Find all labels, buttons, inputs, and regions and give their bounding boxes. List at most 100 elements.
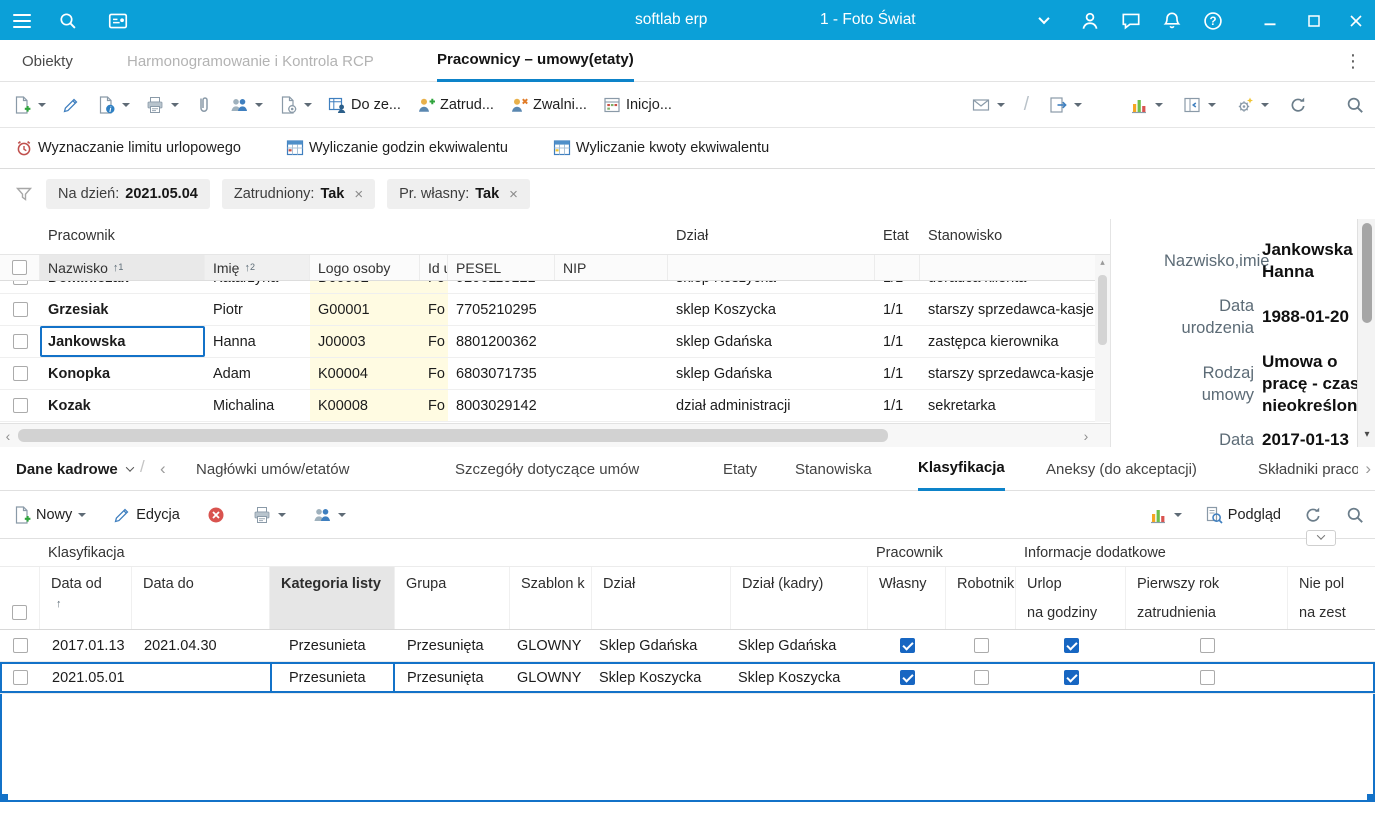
close-icon[interactable] [354, 186, 363, 203]
scroll-down-icon[interactable] [1358, 429, 1375, 445]
minimize-button[interactable] [1258, 9, 1282, 33]
pierwszy-rok-checkbox[interactable] [1200, 638, 1215, 653]
persons-button[interactable] [310, 502, 348, 528]
attachments-button[interactable] [192, 92, 216, 118]
scroll-right-icon[interactable] [1078, 424, 1094, 448]
urlop-na-godziny-checkbox[interactable] [1064, 638, 1079, 653]
row-checkbox[interactable] [13, 281, 28, 285]
scroll-left-icon[interactable] [0, 424, 16, 448]
persons-button[interactable] [227, 92, 265, 118]
table-row[interactable]: Grzesiak Piotr G00001 Fo 7705210295 skle… [0, 294, 1095, 326]
new-button[interactable]: Nowy [10, 502, 88, 528]
user-icon[interactable] [1078, 9, 1102, 33]
document-settings-button[interactable] [276, 92, 314, 118]
column-header-logo-osoby[interactable]: Logo osoby [310, 255, 420, 280]
filter-chip-zatrudniony[interactable]: Zatrudniony:Tak [222, 179, 375, 209]
tab-harmonogramowanie[interactable]: Harmonogramowanie i Kontrola RCP [127, 40, 374, 82]
row-checkbox[interactable] [13, 302, 28, 317]
kwota-ekwiwalentu-button[interactable]: Wyliczanie kwoty ekwiwalentu [550, 135, 771, 161]
table-row[interactable]: 2017.01.13 2021.04.30 Przesunieta Przesu… [0, 630, 1375, 662]
tab-etaty[interactable]: Etaty [723, 447, 757, 491]
column-header-urlop-na-godziny[interactable]: Urlopna godziny [1016, 567, 1126, 629]
refresh-button[interactable] [1286, 92, 1310, 118]
inicjowanie-button[interactable]: Inicjo... [600, 92, 674, 118]
tab-klasyfikacja[interactable]: Klasyfikacja [918, 447, 1005, 491]
column-header-id[interactable]: Id u [420, 255, 448, 280]
wlasny-checkbox[interactable] [900, 638, 915, 653]
row-checkbox[interactable] [13, 398, 28, 413]
scrollbar-thumb[interactable] [1098, 275, 1107, 345]
column-header-szablon[interactable]: Szablon k [510, 567, 592, 629]
bell-icon[interactable] [1160, 9, 1184, 33]
column-header-nip[interactable]: NIP [555, 255, 668, 280]
close-button[interactable] [1344, 9, 1368, 33]
help-icon[interactable] [1201, 9, 1225, 33]
edit-button[interactable] [59, 92, 83, 118]
edit-button[interactable]: Edycja [110, 502, 182, 528]
tab-skladniki[interactable]: Składniki praco [1258, 447, 1358, 491]
tab-aneksy[interactable]: Aneksy (do akceptacji) [1046, 447, 1197, 491]
export-button[interactable] [1046, 92, 1084, 118]
chat-icon[interactable] [1119, 9, 1143, 33]
column-header-data-do[interactable]: Data do [132, 567, 270, 629]
robotnik-checkbox[interactable] [974, 670, 989, 685]
print-button[interactable] [250, 502, 288, 528]
chart-button[interactable] [1146, 502, 1184, 528]
column-header-pesel[interactable]: PESEL [448, 255, 555, 280]
preview-button[interactable]: Podgląd [1202, 502, 1283, 528]
table-row[interactable]: Dominiczak Katarzyna D00002 Fo 920611012… [0, 281, 1095, 294]
panel-expander-button[interactable] [1306, 530, 1336, 546]
layout-button[interactable] [1180, 92, 1218, 118]
select-all-checkbox[interactable] [12, 605, 27, 620]
refresh-button[interactable] [1301, 502, 1325, 528]
godziny-ekwiwalentu-button[interactable]: Wyliczanie godzin ekwiwalentu [283, 135, 510, 161]
maximize-button[interactable] [1302, 9, 1326, 33]
column-header-imie[interactable]: Imię2 [205, 255, 310, 280]
column-header-data-od[interactable]: Data od [40, 567, 132, 629]
horizontal-scrollbar[interactable] [0, 423, 1110, 447]
delete-button[interactable] [204, 502, 228, 528]
row-checkbox[interactable] [13, 366, 28, 381]
scroll-up-icon[interactable] [1095, 257, 1110, 271]
scrollbar-thumb[interactable] [18, 429, 888, 442]
table-row[interactable]: Kozak Michalina K00008 Fo 8003029142 dzi… [0, 390, 1095, 422]
search-button[interactable] [1343, 502, 1367, 528]
chart-button[interactable] [1127, 92, 1165, 118]
column-header-dzial-kadry[interactable]: Dział (kadry) [731, 567, 868, 629]
send-button[interactable] [969, 92, 1007, 118]
search-icon[interactable] [56, 9, 80, 33]
scrollbar-thumb[interactable] [1362, 223, 1372, 323]
column-header-robotnik[interactable]: Robotnik [946, 567, 1016, 629]
tab-szczegoly-umow[interactable]: Szczegóły dotyczące umów [455, 447, 639, 491]
hamburger-menu-icon[interactable] [10, 9, 34, 33]
row-checkbox[interactable] [13, 670, 28, 685]
column-header-dzial[interactable]: Dział [592, 567, 731, 629]
pierwszy-rok-checkbox[interactable] [1200, 670, 1215, 685]
zatrudnianie-button[interactable]: Zatrud... [414, 92, 496, 118]
tab-obiekty[interactable]: Obiekty [22, 40, 73, 82]
wlasny-checkbox[interactable] [900, 670, 915, 685]
settings-wizard-button[interactable] [1233, 92, 1271, 118]
tab-overflow-menu-icon[interactable] [1341, 48, 1365, 74]
zwalnianie-button[interactable]: Zwalni... [507, 92, 589, 118]
dane-kadrowe-selector[interactable]: Dane kadrowe [16, 447, 133, 491]
tabs-scroll-right-icon[interactable] [1365, 459, 1371, 479]
tab-pracownicy-umowy[interactable]: Pracownicy – umowy(etaty) [437, 40, 634, 82]
row-checkbox[interactable] [13, 334, 28, 349]
limit-urlopowy-button[interactable]: Wyznaczanie limitu urlopowego [12, 135, 243, 161]
select-all-checkbox[interactable] [12, 260, 27, 275]
table-row-selected[interactable]: Jankowska Hanna J00003 Fo 8801200362 skl… [0, 326, 1095, 358]
row-checkbox[interactable] [13, 638, 28, 653]
search-button[interactable] [1343, 92, 1367, 118]
print-button[interactable] [143, 92, 181, 118]
column-header-pierwszy-rok[interactable]: Pierwszy rokzatrudnienia [1126, 567, 1288, 629]
table-row[interactable]: Konopka Adam K00004 Fo 6803071735 sklep … [0, 358, 1095, 390]
filter-chip-na-dzien[interactable]: Na dzień:2021.05.04 [46, 179, 210, 209]
do-zespolu-button[interactable]: Do ze... [325, 92, 403, 118]
column-header-grupa[interactable]: Grupa [395, 567, 510, 629]
column-header-kategoria-listy[interactable]: Kategoria listy [270, 567, 395, 629]
badge-card-icon[interactable] [106, 9, 130, 33]
vertical-scrollbar[interactable] [1095, 255, 1110, 422]
close-icon[interactable] [509, 186, 518, 203]
tabs-scroll-left-icon[interactable] [160, 459, 166, 479]
